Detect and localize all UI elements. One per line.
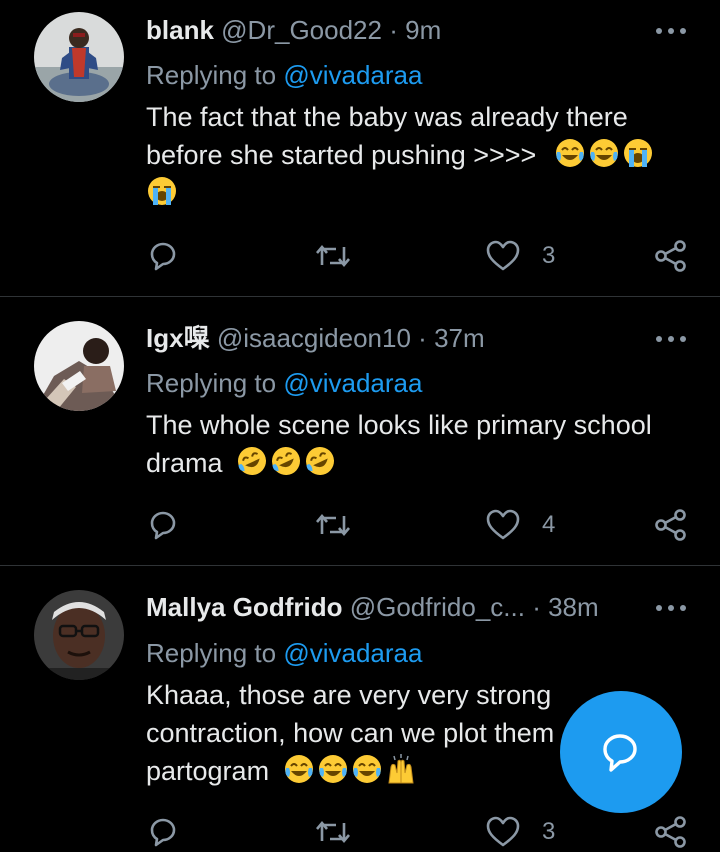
- tweet-actions: 4: [0, 505, 720, 545]
- retweet-icon: [316, 513, 350, 537]
- share-icon: [655, 240, 686, 272]
- tweet-text-segment: drama: [146, 448, 223, 478]
- retweet-icon: [316, 820, 350, 844]
- loudly-crying-face-icon: [623, 139, 652, 167]
- tweet-header: Igx㘀 @isaacgideon10 · 37m: [146, 322, 485, 354]
- rolling-on-floor-laughing-icon: [272, 447, 301, 475]
- face-with-tears-of-joy-icon: [589, 139, 618, 167]
- display-name[interactable]: blank: [146, 15, 214, 45]
- tweet-actions: 3: [0, 236, 720, 276]
- mention-link[interactable]: @vivadaraa: [283, 60, 422, 90]
- tweet-header: blank @Dr_Good22 · 9m: [146, 14, 441, 46]
- face-with-tears-of-joy-icon: [352, 755, 381, 783]
- timestamp[interactable]: 38m: [548, 592, 599, 622]
- reply-bubble-icon: [150, 818, 176, 847]
- replying-prefix: Replying to: [146, 60, 284, 90]
- more-horizontal-icon[interactable]: [654, 601, 688, 615]
- face-with-tears-of-joy-icon: [555, 139, 584, 167]
- replying-to: Replying to @vivadaraa: [146, 637, 422, 669]
- share-button[interactable]: [654, 236, 688, 276]
- retweet-button[interactable]: [314, 236, 352, 276]
- timestamp[interactable]: 37m: [434, 323, 485, 353]
- loudly-crying-face-icon: [148, 177, 176, 205]
- avatar[interactable]: [34, 590, 124, 680]
- display-name-text: Igx: [146, 323, 184, 353]
- tweet-text-line: The whole scene looks like primary schoo…: [146, 410, 652, 440]
- tweet-actions: 3: [0, 812, 720, 852]
- reply-button[interactable]: [146, 812, 180, 852]
- separator-dot: ·: [532, 592, 541, 622]
- like-count: 3: [542, 818, 556, 845]
- avatar[interactable]: [34, 12, 124, 102]
- tweet-divider: [0, 296, 720, 297]
- replying-to: Replying to @vivadaraa: [146, 367, 422, 399]
- rolling-on-floor-laughing-icon: [238, 447, 267, 475]
- tweet-text-line: The fact that the baby was already there: [146, 102, 628, 132]
- like-count: 4: [542, 511, 556, 538]
- user-handle[interactable]: @isaacgideon10: [217, 323, 411, 353]
- separator-dot: ·: [418, 323, 427, 353]
- tweet-text-line: [146, 174, 686, 212]
- display-name[interactable]: Igx㘀: [146, 323, 210, 353]
- tweet-divider: [0, 565, 720, 566]
- retweet-button[interactable]: [314, 812, 352, 852]
- compose-reply-button[interactable]: [560, 691, 682, 813]
- face-with-tears-of-joy-icon: [284, 755, 313, 783]
- replying-prefix: Replying to: [146, 638, 284, 668]
- retweet-icon: [316, 244, 350, 268]
- like-button[interactable]: 4: [486, 505, 555, 545]
- avatar[interactable]: [34, 321, 124, 411]
- raising-hands-icon: [388, 754, 414, 784]
- share-button[interactable]: [654, 812, 688, 852]
- retweet-button[interactable]: [314, 505, 352, 545]
- share-icon: [655, 816, 686, 848]
- share-icon: [655, 509, 686, 541]
- face-with-tears-of-joy-icon: [318, 755, 347, 783]
- share-button[interactable]: [654, 505, 688, 545]
- heart-icon: [486, 816, 520, 847]
- tweet-text-segment: partogram: [146, 756, 270, 786]
- reply-bubble-icon: [150, 242, 176, 271]
- tweet-header: Mallya Godfrido @Godfrido_c... · 38m: [146, 591, 599, 623]
- user-handle[interactable]: @Dr_Good22: [221, 15, 382, 45]
- tweet-text: The whole scene looks like primary schoo…: [146, 406, 686, 482]
- tweet-text-line: before she started pushing >>>>: [146, 136, 686, 174]
- like-count: 3: [542, 242, 556, 269]
- tweet-text: The fact that the baby was already there…: [146, 98, 686, 212]
- replying-to: Replying to @vivadaraa: [146, 59, 422, 91]
- timestamp[interactable]: 9m: [405, 15, 441, 45]
- mention-link[interactable]: @vivadaraa: [283, 638, 422, 668]
- reply-bubble-icon: [150, 511, 176, 540]
- reply-button[interactable]: [146, 236, 180, 276]
- display-name[interactable]: Mallya Godfrido: [146, 592, 342, 622]
- heart-icon: [486, 240, 520, 271]
- mention-link[interactable]: @vivadaraa: [283, 368, 422, 398]
- user-handle[interactable]: @Godfrido_c...: [350, 592, 525, 622]
- tweet-text-segment: before she started pushing >>>>: [146, 140, 537, 170]
- separator-dot: ·: [389, 15, 398, 45]
- rolling-on-floor-laughing-icon: [306, 447, 335, 475]
- heart-icon: [486, 509, 520, 540]
- like-button[interactable]: 3: [486, 236, 555, 276]
- more-horizontal-icon[interactable]: [654, 332, 688, 346]
- more-horizontal-icon[interactable]: [654, 24, 688, 38]
- like-button[interactable]: 3: [486, 812, 555, 852]
- display-name-symbol: 㘀: [183, 323, 210, 353]
- compose-reply-icon: [603, 734, 637, 772]
- tweet-text-line: drama: [146, 444, 686, 482]
- replying-prefix: Replying to: [146, 368, 284, 398]
- reply-button[interactable]: [146, 505, 180, 545]
